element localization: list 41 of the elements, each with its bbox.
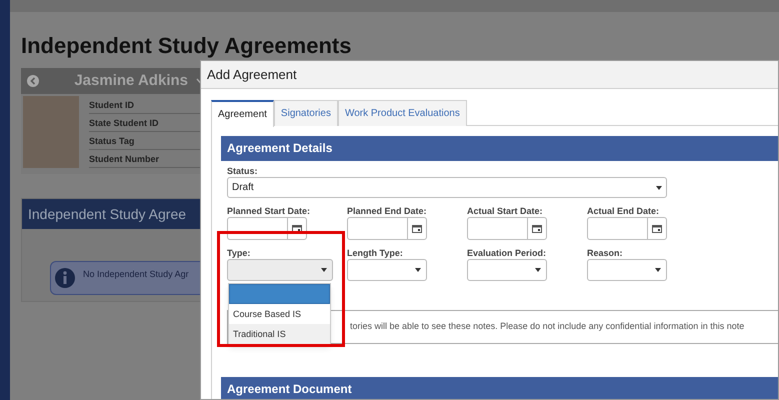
- field-label: Actual Start Date:: [467, 205, 544, 217]
- date-field[interactable]: [587, 217, 667, 240]
- caret-icon: [655, 268, 661, 272]
- field-label: Length Type:: [347, 247, 404, 259]
- field-label: Planned Start Date:: [227, 205, 307, 217]
- field-label: Evaluation Period:: [467, 247, 547, 259]
- date-field[interactable]: [467, 217, 547, 240]
- field-label: Type:: [227, 247, 252, 259]
- section-header: Agreement Document: [221, 377, 778, 399]
- calendar-icon: [412, 224, 422, 233]
- photo-placeholder: [23, 96, 79, 168]
- tab[interactable]: Agreement: [211, 100, 274, 127]
- caret-icon: [415, 268, 421, 272]
- tab[interactable]: Signatories: [274, 100, 338, 126]
- dialog-title: Add Agreement: [201, 61, 778, 89]
- notes-text: tories will be able to see these notes. Please do not include any confidential information in this note: [350, 321, 744, 331]
- date-field[interactable]: [227, 217, 307, 240]
- caret-icon: [656, 186, 662, 190]
- calendar-icon: [652, 224, 662, 233]
- select-field[interactable]: [227, 259, 333, 281]
- status-select[interactable]: Draft: [227, 177, 667, 198]
- caret-icon: [535, 268, 541, 272]
- field-label: Reason:: [587, 247, 624, 259]
- field-label: Actual End Date:: [587, 205, 660, 217]
- select-field[interactable]: [347, 259, 427, 281]
- select-field[interactable]: [467, 259, 547, 281]
- caret-icon: [321, 268, 327, 272]
- section-header: Agreement Details: [221, 136, 778, 161]
- dropdown-option[interactable]: Course Based IS: [229, 304, 330, 324]
- info-text: No Independent Study Agr: [83, 268, 189, 282]
- select-field[interactable]: [587, 259, 667, 281]
- calendar-icon: [532, 224, 542, 233]
- dropdown-option[interactable]: Traditional IS: [229, 324, 330, 344]
- tab[interactable]: Work Product Evaluations: [338, 100, 467, 126]
- select-value: Draft: [232, 181, 254, 195]
- page-title: Independent Study Agreements: [21, 32, 352, 60]
- field-label: Status:: [227, 165, 259, 177]
- date-field[interactable]: [347, 217, 427, 240]
- info-icon: [55, 268, 75, 288]
- field-label: Planned End Date:: [347, 205, 427, 217]
- calendar-icon: [292, 224, 302, 233]
